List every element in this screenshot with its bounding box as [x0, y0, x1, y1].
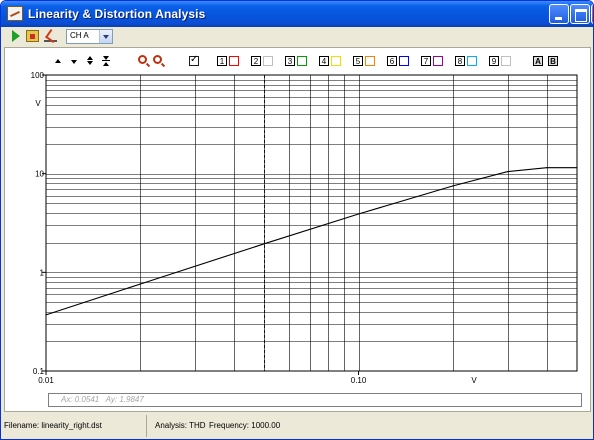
plot-area	[45, 74, 578, 372]
channel-select[interactable]: CH A	[66, 29, 113, 44]
title-bar[interactable]: Linearity & Distortion Analysis	[1, 1, 593, 27]
data-point	[139, 283, 141, 285]
thd-chart: 100 10 1 0.1 V 0.01 0.10 V	[31, 71, 578, 385]
status-analysis: Analysis: THD	[155, 421, 206, 430]
graph-panel: 123456789AB 1001010.1V0.010.10V Ax: 0.05…	[4, 47, 591, 412]
y-unit-label: V	[35, 99, 41, 108]
main-toolbar: CH A	[2, 27, 592, 47]
cursor-ay-value: Ay: 1.9847	[105, 395, 144, 404]
chevron-down-icon[interactable]	[99, 30, 112, 43]
meter-icon[interactable]	[44, 30, 57, 42]
open-icon[interactable]	[26, 30, 39, 42]
data-point	[507, 171, 509, 173]
y-tick-label: 0.1	[33, 367, 45, 376]
data-point	[452, 185, 454, 187]
y-tick-label: 100	[31, 71, 45, 80]
y-tick-label: 1	[40, 268, 45, 277]
maximize-button[interactable]	[570, 4, 590, 24]
channel-select-value: CH A	[70, 31, 89, 40]
x-tick-label: 0.01	[38, 376, 54, 385]
status-bar: Filename: linearity_right.dst Analysis: …	[2, 414, 592, 439]
cursor-ax-value: Ax: 0.0541	[61, 395, 100, 404]
app-icon	[7, 6, 23, 21]
data-point	[576, 167, 578, 169]
data-point	[546, 167, 548, 169]
data-point	[263, 243, 266, 245]
y-tick-label: 10	[35, 170, 44, 179]
main-window: Linearity & Distortion Analysis CH A 123…	[0, 0, 594, 440]
cursor-readout: Ax: 0.0541 Ay: 1.9847	[48, 393, 582, 407]
status-filename: Filename: linearity_right.dst	[4, 421, 102, 430]
minimize-button[interactable]	[549, 4, 569, 24]
x-tick-label: 0.10	[351, 376, 367, 385]
data-point	[45, 314, 47, 316]
status-frequency: Frequency: 1000.00	[209, 421, 281, 430]
x-unit-label: V	[471, 376, 477, 385]
play-icon[interactable]	[12, 30, 20, 42]
data-point	[357, 213, 360, 215]
window-title: Linearity & Distortion Analysis	[28, 7, 206, 21]
